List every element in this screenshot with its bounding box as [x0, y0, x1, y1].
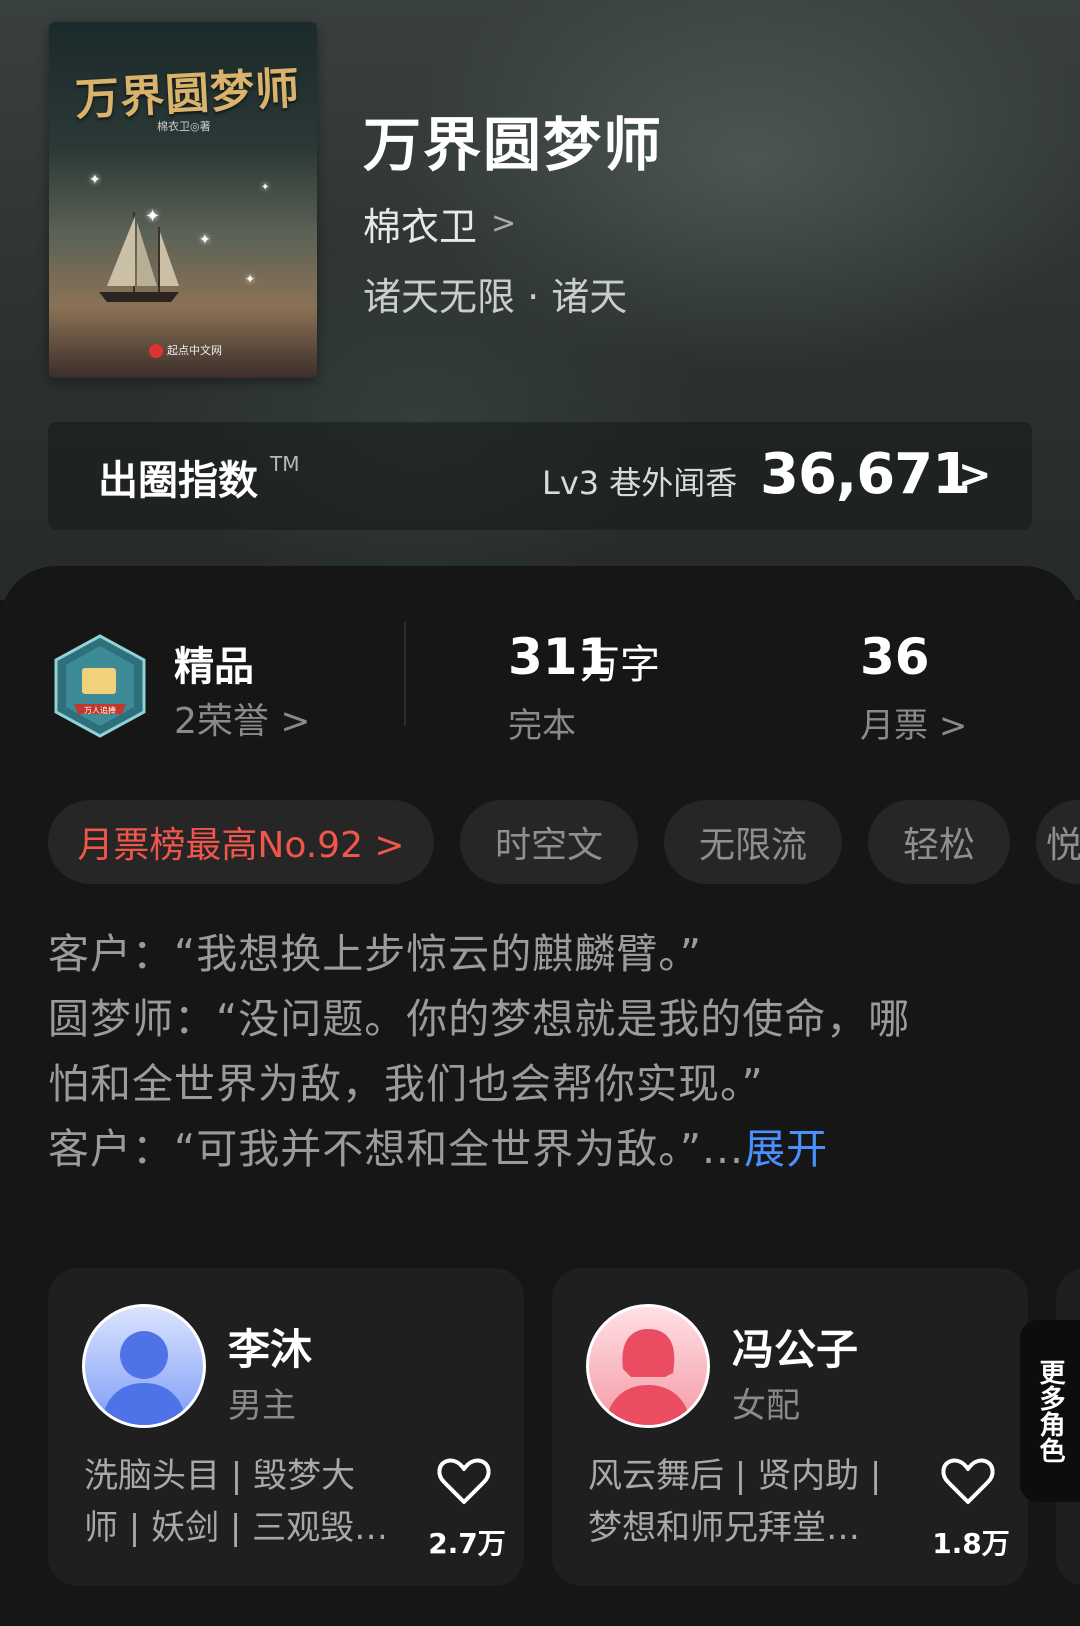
publisher-logo: 起点中文网 [149, 342, 222, 358]
monthly-votes-label: 月票 [860, 706, 928, 746]
chevron-right-icon: > [280, 701, 311, 742]
book-cover[interactable]: ✦ ✦ ✦ ✦ ✦ 万界圆梦师 棉衣卫◎著 起点中文网 [49, 22, 317, 378]
role-name: 冯公子 [732, 1325, 859, 1374]
female-silhouette-icon [605, 1329, 691, 1425]
genre-label[interactable]: 诸天无限 · 诸天 [363, 266, 627, 321]
badge-text: 万人追捧 [84, 705, 116, 715]
role-tags-line: 师 | 妖剑 | 三观毁… [84, 1508, 384, 1548]
star-decoration: ✦ [261, 182, 270, 193]
description-line: 圆梦师：“没问题。你的梦想就是我的使命，哪 [48, 995, 911, 1043]
star-decoration: ✦ [199, 232, 211, 248]
index-level: Lv3 巷外闻香 [542, 464, 738, 502]
expand-link[interactable]: 展开 [744, 1125, 828, 1173]
role-tags-line: 风云舞后 | 贤内助 | [588, 1456, 882, 1496]
role-tags: 洗脑头目 | 毁梦大 师 | 妖剑 | 三观毁… [84, 1450, 384, 1554]
cover-title: 万界圆梦师 [74, 63, 302, 126]
avatar [82, 1304, 206, 1428]
chip-tag[interactable]: 轻松 [868, 800, 1010, 884]
completion-status: 完本 [508, 706, 576, 746]
role-type: 男主 [228, 1386, 296, 1426]
heart-icon[interactable] [436, 1456, 492, 1506]
role-card[interactable]: 李沐 男主 洗脑头目 | 毁梦大 师 | 妖剑 | 三观毁… 2.7万 [48, 1268, 524, 1586]
index-value: 36,671 [760, 442, 971, 507]
chevron-right-icon: > [938, 706, 968, 746]
star-decoration: ✦ [245, 272, 256, 286]
publisher-name: 起点中文网 [167, 344, 222, 357]
monthly-votes-count: 36 [860, 628, 930, 686]
author-name: 棉衣卫 [363, 205, 478, 249]
ship-illustration [99, 212, 179, 302]
chip-rank[interactable]: 月票榜最高No.92 > [48, 800, 434, 884]
trademark-mark: TM [270, 452, 300, 476]
author-link[interactable]: 棉衣卫 > [363, 196, 516, 251]
role-name: 李沐 [228, 1325, 313, 1374]
more-roles-label: 更多角色 [1035, 1359, 1065, 1463]
more-roles-button[interactable]: 更多角色 [1020, 1320, 1080, 1502]
description-line: 客户：“可我并不想和全世界为敌。”... [48, 1125, 745, 1173]
quality-badge-icon[interactable]: 万人追捧 [52, 634, 148, 738]
avatar [586, 1304, 710, 1428]
index-label: 出圈指数 [98, 458, 258, 504]
cover-author: 棉衣卫◎著 [157, 120, 211, 133]
like-count: 1.8万 [932, 1527, 1010, 1560]
role-type: 女配 [732, 1386, 800, 1426]
book-header: ✦ ✦ ✦ ✦ ✦ 万界圆梦师 棉衣卫◎著 起点中文网 万界圆梦师 棉衣卫 > … [0, 0, 1080, 600]
description-line: 客户：“我想换上步惊云的麒麟臂。” [48, 930, 702, 978]
chip-tag[interactable]: 无限流 [664, 800, 842, 884]
role-tags-line: 洗脑头目 | 毁梦大 [84, 1456, 356, 1496]
description-line: 怕和全世界为敌，我们也会帮你实现。” [48, 1060, 764, 1108]
monthly-votes-link[interactable]: 月票 > [860, 698, 967, 747]
honors-link[interactable]: 2荣誉 > [174, 692, 311, 744]
chevron-right-icon: > [491, 206, 517, 241]
heart-icon[interactable] [940, 1456, 996, 1506]
like-count: 2.7万 [428, 1527, 506, 1560]
popularity-index-bar[interactable]: 出圈指数 TM Lv3 巷外闻香 36,671 > [48, 422, 1032, 530]
book-description: 客户：“我想换上步惊云的麒麟臂。” 圆梦师：“没问题。你的梦想就是我的使命，哪 … [48, 922, 1008, 1182]
role-tags-line: 梦想和师兄拜堂… [588, 1508, 860, 1548]
male-silhouette-icon [101, 1331, 187, 1425]
quality-title: 精品 [174, 644, 254, 690]
book-title: 万界圆梦师 [363, 111, 664, 179]
role-tags: 风云舞后 | 贤内助 | 梦想和师兄拜堂… [588, 1450, 888, 1554]
honors-count: 2荣誉 [174, 701, 269, 742]
word-unit: 万字 [580, 642, 660, 688]
chevron-right-icon: > [958, 452, 992, 498]
stats-divider [404, 622, 406, 726]
chip-tag[interactable]: 时空文 [460, 800, 638, 884]
star-decoration: ✦ [89, 172, 101, 188]
role-card[interactable]: 冯公子 女配 风云舞后 | 贤内助 | 梦想和师兄拜堂… 1.8万 [552, 1268, 1028, 1586]
